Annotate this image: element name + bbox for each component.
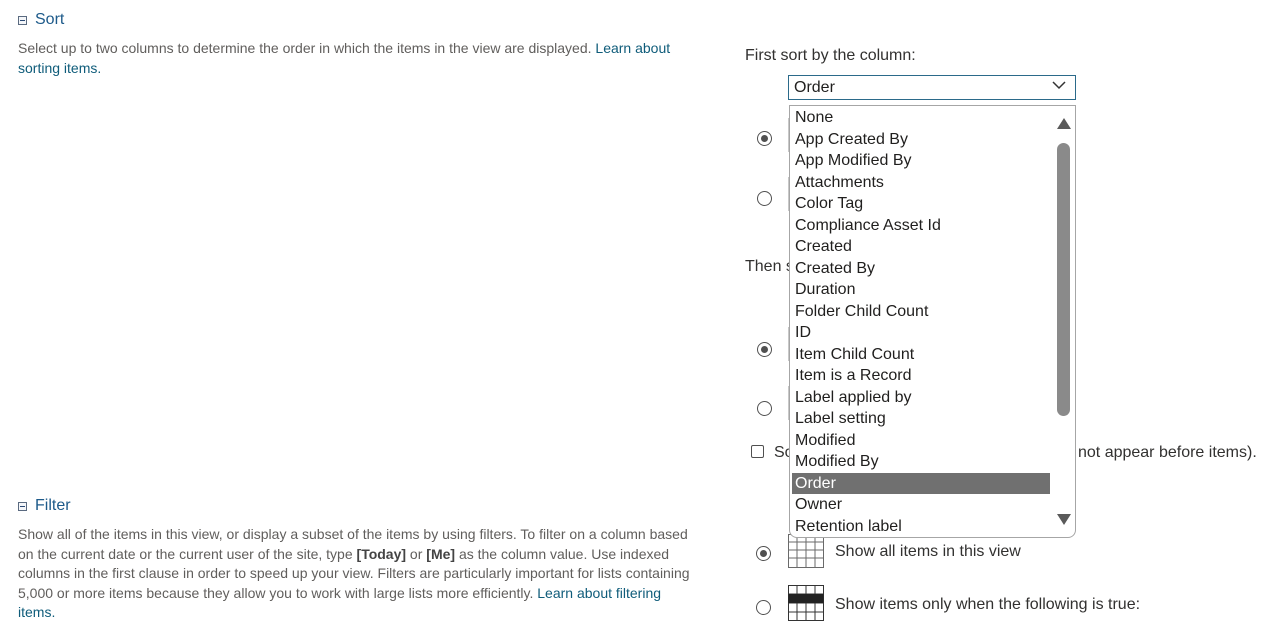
triangle-up-icon[interactable]: [1056, 117, 1072, 130]
dropdown-option[interactable]: Created By: [792, 258, 1050, 279]
column-dropdown-list[interactable]: None App Created By App Modified By Attachm…: [789, 105, 1076, 538]
dropdown-option[interactable]: Duration: [792, 279, 1050, 300]
dropdown-option[interactable]: Color Tag: [792, 193, 1050, 214]
dropdown-option[interactable]: Owner: [792, 494, 1050, 515]
dropdown-option[interactable]: Modified: [792, 430, 1050, 451]
sort-title: Sort: [35, 11, 65, 28]
dropdown-option[interactable]: Order: [792, 472, 1050, 494]
first-sort-label: First sort by the column:: [745, 47, 916, 64]
show-conditional-label: Show items only when the following is tr…: [835, 596, 1141, 613]
triangle-down-icon[interactable]: [1056, 513, 1072, 526]
folders-first-checkbox[interactable]: [751, 445, 764, 458]
table-all-icon: [787, 533, 825, 569]
filter-section-header[interactable]: Filter: [18, 497, 71, 515]
sort-section-header[interactable]: Sort: [18, 11, 64, 29]
dropdown-option[interactable]: Item is a Record: [792, 365, 1050, 386]
dropdown-option[interactable]: ID: [792, 322, 1050, 343]
second-descending-radio[interactable]: [757, 401, 772, 416]
show-all-items-label: Show all items in this view: [835, 543, 1021, 560]
filter-description: Show all of the items in this view, or d…: [18, 526, 690, 620]
dropdown-option[interactable]: Modified By: [792, 451, 1050, 472]
dropdown-option[interactable]: Retention label: [792, 516, 1050, 537]
second-ascending-radio[interactable]: [757, 342, 772, 357]
sort-description: Select up to two columns to determine th…: [18, 40, 671, 76]
dropdown-option[interactable]: Compliance Asset Id: [792, 215, 1050, 236]
filter-title: Filter: [35, 497, 71, 514]
first-sort-select[interactable]: Order: [788, 75, 1076, 100]
descending-radio[interactable]: [757, 191, 772, 206]
table-filter-icon: [787, 584, 825, 622]
collapse-icon[interactable]: [18, 15, 27, 25]
dropdown-option[interactable]: Attachments: [792, 172, 1050, 193]
dropdown-option[interactable]: Item Child Count: [792, 344, 1050, 365]
dropdown-option[interactable]: App Created By: [792, 129, 1050, 150]
first-sort-select-value: Order: [794, 79, 835, 96]
chevron-down-icon: [1052, 81, 1066, 90]
show-all-items-radio[interactable]: [756, 546, 771, 561]
dropdown-option[interactable]: Created: [792, 236, 1050, 257]
dropdown-option[interactable]: App Modified By: [792, 150, 1050, 171]
show-conditional-radio[interactable]: [756, 600, 771, 615]
dropdown-option[interactable]: None: [792, 107, 1050, 128]
collapse-icon[interactable]: [18, 501, 27, 511]
checkbox-label-right: not appear before items).: [1078, 444, 1257, 461]
dropdown-option[interactable]: Label setting: [792, 408, 1050, 429]
dropdown-scrollbar-thumb[interactable]: [1057, 143, 1070, 416]
dropdown-option[interactable]: Folder Child Count: [792, 301, 1050, 322]
dropdown-option[interactable]: Label applied by: [792, 387, 1050, 408]
then-sort-label: Then s: [745, 258, 794, 275]
ascending-radio[interactable]: [757, 131, 772, 146]
